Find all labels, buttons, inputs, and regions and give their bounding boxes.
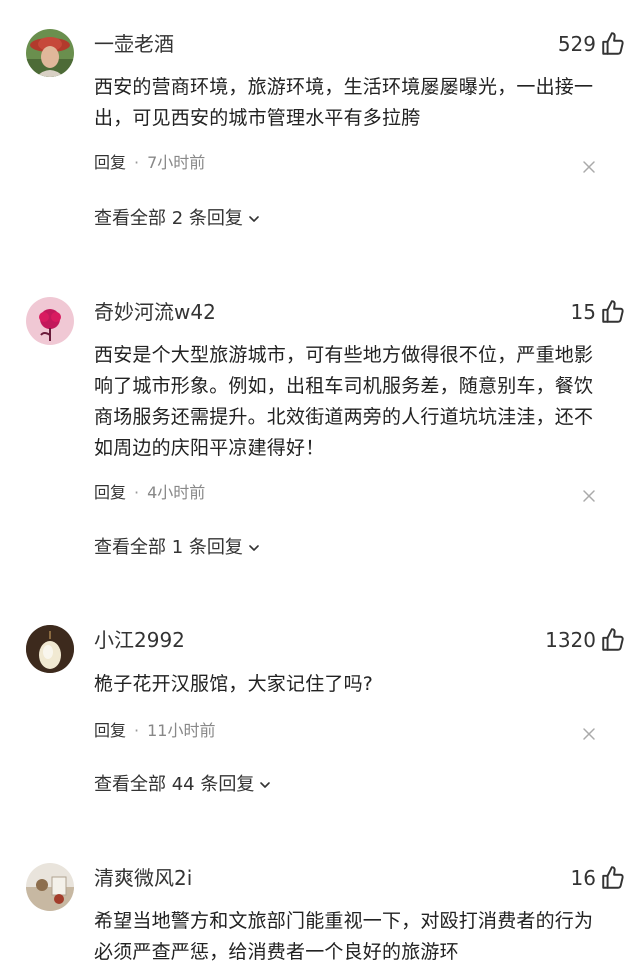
comment-text: 西安是个大型旅游城市，可有些地方做得很不位，严重地影响了城市形象。例如，出租车司… [94, 344, 594, 459]
view-replies-label: 查看全部 1 条回复 [94, 537, 243, 558]
timestamp: 11小时前 [147, 721, 216, 740]
like-count: 529 [557, 32, 596, 56]
like-count: 15 [570, 300, 596, 324]
close-icon[interactable] [582, 489, 596, 503]
reply-button[interactable]: 回复 [94, 153, 126, 172]
username[interactable]: 小江2992 [94, 627, 185, 653]
view-replies-link[interactable]: 查看全部 44 条回复 [94, 773, 272, 797]
timestamp: 7小时前 [147, 153, 206, 172]
like-count: 16 [570, 866, 596, 890]
comment-text: 希望当地警方和文旅部门能重视一下，对殴打消费者的行为必须严查严惩，给消费者一个良… [94, 910, 594, 963]
user-avatar[interactable] [26, 863, 74, 911]
comment-text: 西安的营商环境，旅游环境，生活环境屡屡曝光，一出接一出，可见西安的城市管理水平有… [94, 76, 594, 129]
view-replies-label: 查看全部 2 条回复 [94, 208, 243, 229]
timestamp: 4小时前 [147, 483, 206, 502]
username[interactable]: 一壶老酒 [94, 31, 174, 57]
view-replies-label: 查看全部 44 条回复 [94, 774, 255, 795]
comment-text: 桅子花开汉服馆，大家记住了吗? [94, 673, 374, 695]
username[interactable]: 清爽微风2i [94, 865, 192, 891]
reply-button[interactable]: 回复 [94, 721, 126, 740]
chevron-down-icon [249, 216, 259, 222]
thumbs-up-icon[interactable] [600, 627, 626, 653]
chevron-down-icon [249, 545, 259, 551]
username[interactable]: 奇妙河流w42 [94, 299, 216, 325]
separator-dot: · [134, 153, 140, 172]
separator-dot: · [134, 721, 140, 740]
reply-button[interactable]: 回复 [94, 483, 126, 502]
separator-dot: · [134, 483, 140, 502]
user-avatar[interactable] [26, 297, 74, 345]
thumbs-up-icon[interactable] [600, 299, 626, 325]
close-icon[interactable] [582, 160, 596, 174]
comment-meta: 回复 · 7小时前 [94, 152, 205, 174]
close-icon[interactable] [582, 727, 596, 741]
thumbs-up-icon[interactable] [600, 865, 626, 891]
user-avatar[interactable] [26, 29, 74, 77]
view-replies-link[interactable]: 查看全部 1 条回复 [94, 536, 261, 560]
comment-meta: 回复 · 4小时前 [94, 482, 205, 504]
view-replies-link[interactable]: 查看全部 2 条回复 [94, 207, 261, 231]
chevron-down-icon [260, 782, 271, 788]
comment-meta: 回复 · 11小时前 [94, 720, 215, 742]
user-avatar[interactable] [26, 625, 74, 673]
thumbs-up-icon[interactable] [600, 31, 626, 57]
like-count: 1320 [545, 628, 596, 652]
